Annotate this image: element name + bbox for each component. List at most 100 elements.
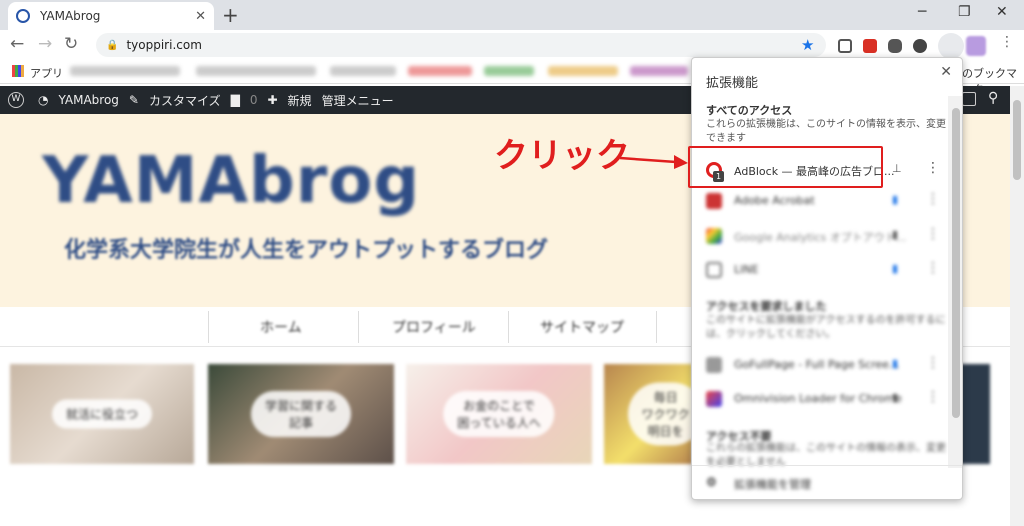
more-options-icon[interactable]: ⋮ [926,389,940,405]
more-options-icon[interactable]: ⋮ [926,191,940,207]
pin-icon[interactable]: ▮ [892,228,898,241]
popup-footer[interactable]: ⚙ 拡張機能を管理 [692,465,962,499]
more-options-icon[interactable]: ⋮ [926,226,940,242]
card-label: お金のことで 困っている人へ [443,391,555,437]
dashboard-icon[interactable]: ◔ [38,93,48,107]
line-extension-icon[interactable] [888,39,902,53]
address-bar[interactable]: 🔒 tyoppiri.com [96,33,826,57]
line-icon [706,262,722,278]
extension-row[interactable]: Google Analytics オプトアウト... ▮ ⋮ [692,221,948,251]
lock-icon: 🔒 [106,39,119,51]
extension-row[interactable]: LINE ▮ ⋮ [692,255,948,285]
tab-title: YAMAbrog [40,9,101,23]
browser-menu-icon[interactable]: ⋮ [1000,34,1014,50]
site-favicon-icon [16,9,30,23]
bookmark-item[interactable] [70,66,180,76]
omnivision-icon [706,391,722,407]
nav-sitemap[interactable]: サイトマップ [540,317,624,337]
pin-icon[interactable]: ▮ [892,262,898,275]
section-full-access-desc: これらの拡張機能は、このサイトの情報を表示、変更できます [706,119,946,144]
card-label: 就活に役立つ [51,399,153,429]
plus-icon: ✚ [267,93,278,107]
camera-icon [706,357,722,373]
category-card[interactable]: 就活に役立つ [10,364,194,464]
bookmark-item[interactable] [484,66,534,76]
acrobat-extension-icon[interactable] [863,39,877,53]
avatar[interactable] [966,36,986,56]
wordpress-logo-icon[interactable]: W [8,92,24,108]
comments-count[interactable]: 0 [250,93,258,107]
tab-close-icon[interactable]: ✕ [195,9,206,24]
tab-bar: YAMAbrog ✕ + ─ ❐ ✕ [0,0,1024,30]
section-full-access: すべてのアクセス [706,104,793,117]
popup-scrollbar-thumb[interactable] [952,108,960,418]
bookmark-item[interactable] [196,66,316,76]
site-subtitle: 化学系大学院生が人生をアウトプットするブログ [64,238,549,263]
highlight-box [688,146,883,188]
more-options-icon[interactable]: ⋮ [926,260,940,276]
page-scrollbar-thumb[interactable] [1013,100,1021,180]
restore-icon[interactable]: ❐ [958,4,971,20]
extensions-puzzle-icon[interactable] [938,33,964,59]
site-title[interactable]: YAMAbrog [42,144,420,218]
minimize-icon[interactable]: ─ [918,4,926,20]
wp-site-name[interactable]: YAMAbrog [58,93,118,107]
camera-extension-icon[interactable] [838,39,852,53]
reload-icon[interactable]: ↻ [64,34,78,54]
brush-icon: ✎ [128,93,139,107]
nav-profile[interactable]: プロフィール [392,317,476,337]
wp-icon[interactable] [962,92,976,106]
popup-close-icon[interactable]: ✕ [940,64,952,80]
popup-title: 拡張機能 [706,76,759,91]
extension-name: Omnivision Loader for Chrome [734,392,902,405]
browser-tab[interactable]: YAMAbrog ✕ [8,2,214,30]
extension-name: Adobe Acrobat [734,194,815,207]
forward-icon[interactable]: → [38,34,52,54]
category-card[interactable]: 毎日 ワクワク 明日を [604,364,692,464]
category-card[interactable]: お金のことで 困っている人へ [406,364,592,464]
extension-row[interactable]: GoFullPage - Full Page Scree... ▮ ⋮ [692,350,948,380]
bookmark-star-icon[interactable]: ★ [801,36,814,54]
category-card[interactable]: 学習に関する 記事 [208,364,394,464]
divider [208,311,209,343]
back-icon[interactable]: ← [10,34,24,54]
gear-icon: ⚙ [706,475,717,489]
pin-icon[interactable]: ⊥ [892,162,902,175]
toolbar: ← → ↻ 🔒 tyoppiri.com ★ ⋮ [0,30,1024,60]
card-label: 学習に関する 記事 [250,391,352,437]
more-options-icon[interactable]: ⋮ [926,160,940,176]
url-text: tyoppiri.com [126,38,202,52]
nav-home[interactable]: ホーム [260,317,302,337]
category-card[interactable] [960,364,990,464]
card-label: 毎日 ワクワク 明日を [627,382,692,446]
search-icon[interactable]: ⚲ [988,90,998,106]
bookmark-item[interactable] [408,66,472,76]
wp-new[interactable]: 新規 [288,92,312,109]
bookmark-item[interactable] [630,66,688,76]
divider [656,311,657,343]
bookmark-apps[interactable]: アプリ [30,65,63,81]
wp-customize[interactable]: カスタマイズ [149,92,221,109]
new-tab-button[interactable]: + [222,3,239,27]
bookmark-item[interactable] [330,66,396,76]
extension-row[interactable]: Adobe Acrobat ▮ ⋮ [692,186,948,216]
wp-admin-menu[interactable]: 管理メニュー [322,92,394,109]
divider [508,311,509,343]
pin-icon[interactable]: ▮ [892,193,898,206]
arrow-icon [619,155,688,169]
pin-icon[interactable]: ▮ [892,391,898,404]
manage-extensions-link[interactable]: 拡張機能を管理 [734,476,811,492]
pin-icon[interactable]: ▮ [892,357,898,370]
section-request-desc: このサイトに拡張機能がアクセスするのを許可するには、クリックしてください。 [706,315,946,340]
more-options-icon[interactable]: ⋮ [926,355,940,371]
extension-row[interactable]: Omnivision Loader for Chrome ▮ ⋮ [692,384,948,414]
extensions-popup: 拡張機能 ✕ すべてのアクセス これらの拡張機能は、このサイトの情報を表示、変更… [691,57,963,500]
divider [358,311,359,343]
extension-name: LINE [734,263,759,276]
window-close-icon[interactable]: ✕ [996,4,1008,20]
apps-grid-icon[interactable] [12,65,24,77]
acrobat-icon [706,193,722,209]
extension-name: GoFullPage - Full Page Scree... [734,358,900,371]
circle-extension-icon[interactable] [913,39,927,53]
bookmark-item[interactable] [548,66,618,76]
